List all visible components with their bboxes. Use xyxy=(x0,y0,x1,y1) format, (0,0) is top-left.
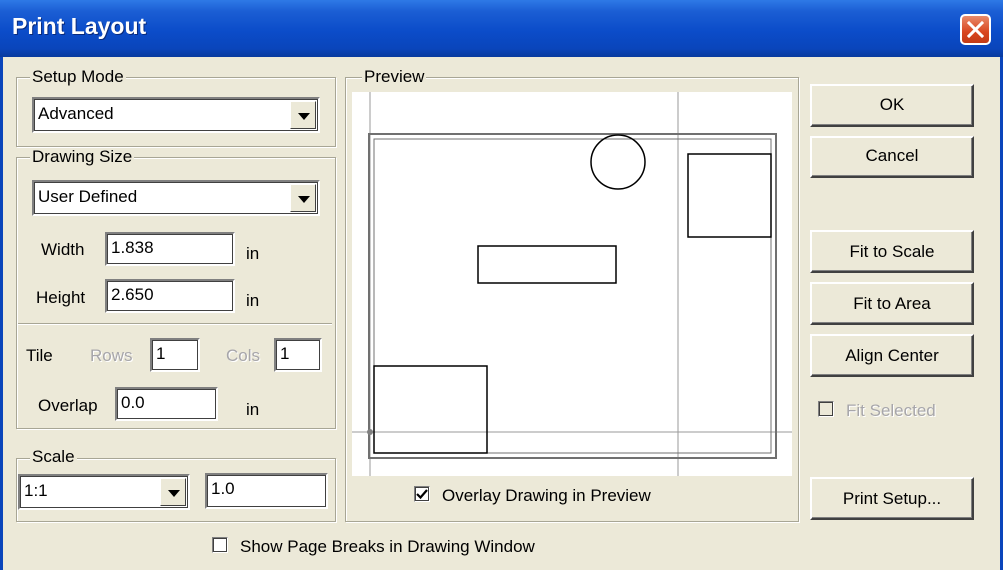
setup-mode-select[interactable]: Advanced xyxy=(32,97,320,133)
drawing-rectangle xyxy=(687,153,772,238)
width-unit: in xyxy=(246,244,260,263)
drawing-circle xyxy=(590,134,646,190)
window-frame-left xyxy=(0,57,3,570)
scale-select[interactable]: 1:1 xyxy=(18,474,190,510)
setup-mode-value: Advanced xyxy=(38,104,114,123)
height-label: Height xyxy=(36,288,86,307)
origin-marker xyxy=(367,429,373,435)
window-title: Print Layout xyxy=(12,13,147,39)
width-label: Width xyxy=(41,240,85,259)
chevron-down-icon[interactable] xyxy=(290,184,316,212)
preview-label: Preview xyxy=(362,67,427,86)
fit-selected-label: Fit Selected xyxy=(846,401,936,420)
chevron-down-icon[interactable] xyxy=(160,478,186,506)
print-setup-button[interactable]: Print Setup... xyxy=(810,477,974,520)
scale-label: Scale xyxy=(30,447,77,466)
drawing-size-value: User Defined xyxy=(38,187,138,206)
fit-to-area-button[interactable]: Fit to Area xyxy=(810,282,974,325)
overlap-label: Overlap xyxy=(38,396,98,415)
cancel-button[interactable]: Cancel xyxy=(810,136,974,178)
drawing-size-label: Drawing Size xyxy=(30,147,135,166)
align-center-button[interactable]: Align Center xyxy=(810,334,974,377)
printable-area-outline xyxy=(373,138,772,454)
page-breaks-label[interactable]: Show Page Breaks in Drawing Window xyxy=(240,537,535,557)
divider xyxy=(18,323,332,325)
overlap-field[interactable]: 0.0 xyxy=(115,387,218,421)
fit-selected-checkbox[interactable] xyxy=(818,401,834,417)
height-unit: in xyxy=(246,291,260,310)
drawing-size-select[interactable]: User Defined xyxy=(32,180,320,216)
overlay-checkbox[interactable] xyxy=(414,486,430,502)
close-button[interactable] xyxy=(960,14,991,45)
close-icon xyxy=(967,21,984,38)
title-bar: Print Layout xyxy=(0,0,1003,57)
cols-label: Cols xyxy=(226,346,261,365)
page-breaks-checkbox[interactable] xyxy=(212,537,228,553)
drawing-rectangle xyxy=(373,365,488,454)
height-field[interactable]: 2.650 xyxy=(105,279,235,313)
page-outline xyxy=(368,133,777,459)
preview-drawing xyxy=(352,92,792,476)
tile-label: Tile xyxy=(26,346,53,365)
preview-canvas xyxy=(352,92,792,476)
scale-value-field[interactable]: 1.0 xyxy=(205,473,328,509)
checkmark-icon xyxy=(416,489,428,500)
setup-mode-label: Setup Mode xyxy=(30,67,126,86)
overlap-unit: in xyxy=(246,400,260,419)
cols-field[interactable]: 1 xyxy=(274,338,322,372)
scale-preset-value: 1:1 xyxy=(24,481,48,500)
fit-to-scale-button[interactable]: Fit to Scale xyxy=(810,230,974,273)
overlay-label[interactable]: Overlay Drawing in Preview xyxy=(442,486,651,506)
chevron-down-icon[interactable] xyxy=(290,101,316,129)
rows-field[interactable]: 1 xyxy=(150,338,200,372)
ok-button[interactable]: OK xyxy=(810,84,974,127)
drawing-rectangle xyxy=(477,245,617,284)
width-field[interactable]: 1.838 xyxy=(105,232,235,266)
rows-label: Rows xyxy=(90,346,133,365)
